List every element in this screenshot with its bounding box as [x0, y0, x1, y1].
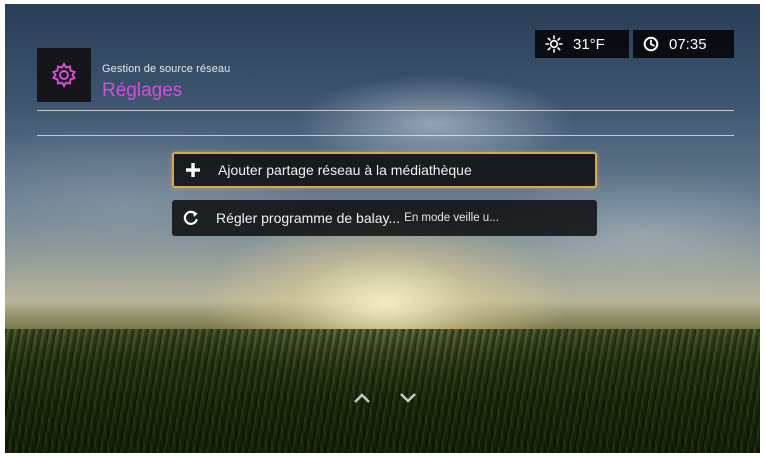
menu-item-value: En mode veille u... [404, 212, 499, 224]
breadcrumb-subtitle: Gestion de source réseau [102, 63, 231, 75]
page-title: Réglages [102, 80, 183, 101]
plus-icon [184, 161, 202, 179]
background-grass [5, 329, 760, 453]
header-divider-bottom [37, 135, 734, 136]
clock-icon [643, 36, 659, 52]
settings-header-icon-box [37, 48, 91, 102]
menu-item-add-network-share[interactable]: Ajouter partage réseau à la médiathèque [172, 152, 597, 188]
chevron-up-icon[interactable] [353, 392, 371, 404]
clock-status: 07:35 [633, 30, 734, 58]
gear-icon [51, 61, 77, 89]
menu-item-scan-schedule[interactable]: Régler programme de balay... En mode vei… [172, 200, 597, 236]
menu-item-label: Régler programme de balay... [216, 210, 401, 226]
header-divider-top [37, 110, 734, 111]
weather-status: 31°F [535, 30, 629, 58]
sun-icon [545, 35, 563, 53]
time-value: 07:35 [669, 35, 707, 53]
menu-item-label: Ajouter partage réseau à la médiathèque [218, 162, 472, 178]
chevron-down-icon[interactable] [399, 392, 417, 404]
refresh-icon [182, 209, 200, 227]
tv-screen: Gestion de source réseau Réglages 31°F 0… [5, 4, 760, 453]
temperature-value: 31°F [573, 35, 605, 53]
